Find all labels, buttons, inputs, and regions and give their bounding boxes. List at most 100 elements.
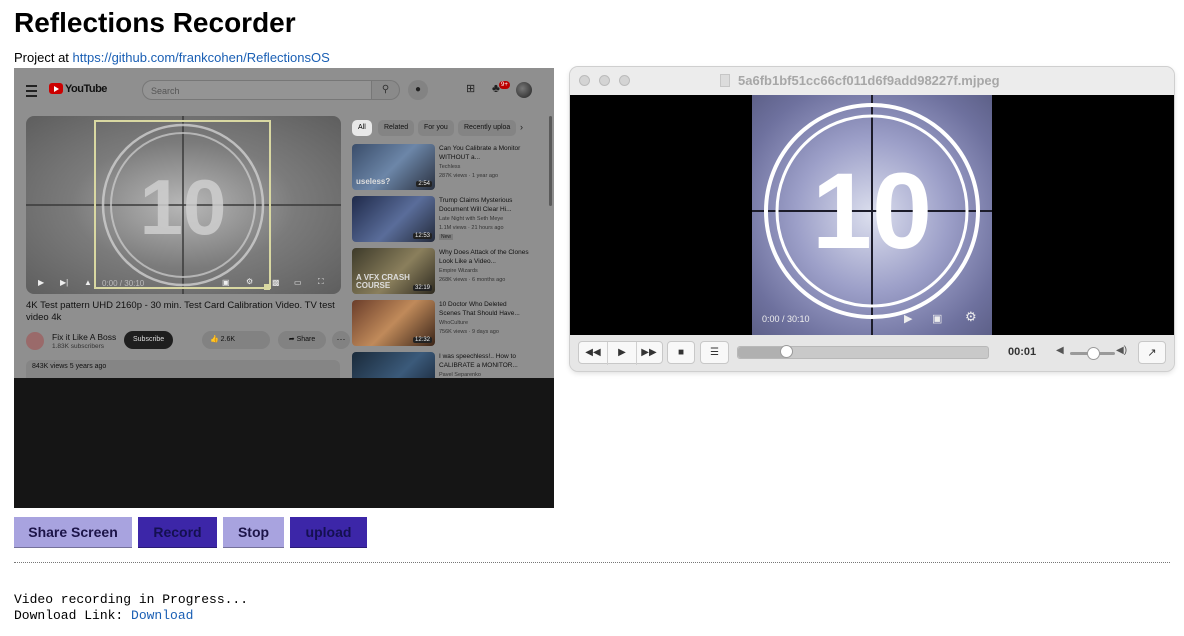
selection-resize-handle	[264, 284, 270, 290]
youtube-search-input: Search	[142, 80, 372, 100]
next-icon: ▶|	[60, 278, 69, 287]
channel-subscribers: 1.83K subscribers	[52, 343, 105, 350]
stop-icon: ■	[677, 347, 685, 358]
share-label: Share	[296, 336, 316, 343]
recommendation-meta: 1.1M views · 21 hours ago	[439, 225, 504, 231]
create-icon: ⊞	[466, 83, 476, 95]
recommendation-item: useless? 2:54 Can You Calibrate a Monitor …	[352, 144, 552, 192]
recommendation-title: 10 Doctor Who Deleted Scenes That Should…	[439, 301, 520, 317]
channel-avatar	[26, 332, 44, 350]
window-title: 5a6fb1bf51cc66cf011d6f9add98227f.mjpeg	[738, 73, 1000, 88]
like-button: 👍 2.6K	[202, 331, 270, 349]
recommendation-title: Why Does Attack of the Clones Look Like …	[439, 249, 529, 265]
play-icon: ▶	[38, 278, 45, 287]
volume-knob[interactable]	[1086, 347, 1100, 360]
menu-icon	[26, 85, 37, 97]
playlist-button[interactable]: ☰	[700, 341, 729, 364]
download-line: Download Link: Download	[14, 608, 248, 624]
notification-badge: 9+	[499, 81, 510, 89]
new-badge: New	[439, 234, 454, 240]
transport-group: ◀◀ ▶ ▶▶	[578, 341, 663, 365]
fast-forward-button[interactable]: ▶▶	[635, 342, 663, 365]
video-player-window: 5a6fb1bf51cc66cf011d6f9add98227f.mjpeg 1…	[570, 67, 1174, 371]
volume-slider[interactable]	[1070, 347, 1115, 360]
recommendation-title: Trump Claims Mysterious Document Will Cl…	[439, 197, 513, 213]
capture-selection-box	[94, 120, 271, 289]
chip-0: All	[352, 120, 372, 136]
chip-1: Related	[378, 120, 415, 136]
share-screen-button[interactable]: Share Screen	[14, 517, 132, 548]
subscribe-button: Subscribe	[124, 331, 174, 349]
window-title-bar[interactable]: 5a6fb1bf51cc66cf011d6f9add98227f.mjpeg	[570, 67, 1174, 95]
youtube-scrollbar	[549, 116, 552, 206]
playlist-icon: ☰	[710, 347, 719, 358]
volume-icon: ▲	[84, 278, 92, 287]
window-close-button[interactable]	[579, 75, 590, 86]
status-area: Video recording in Progress... Download …	[14, 592, 248, 624]
microphone-icon: ●	[408, 80, 428, 100]
upload-button[interactable]: upload	[290, 517, 367, 548]
video-display[interactable]: 10 0:00 / 30:10 ▶ ▣ ⚙	[570, 95, 1174, 335]
window-minimize-button[interactable]	[599, 75, 610, 86]
overlay-time: 0:00 / 30:10	[762, 314, 810, 324]
video-duration: 12:32	[412, 337, 432, 343]
rewind-button[interactable]: ◀◀	[579, 342, 607, 365]
project-link[interactable]: https://github.com/frankcohen/Reflection…	[73, 50, 330, 65]
fullscreen-button[interactable]: ↗	[1138, 341, 1166, 364]
play-button[interactable]: ▶	[607, 342, 637, 365]
current-time: 00:01	[1008, 346, 1037, 358]
recommendation-title: Can You Calibrate a Monitor WITHOUT a...	[439, 145, 521, 161]
screen-share-preview: YouTube Search ⚲ ● ⊞ ♣ 9+ 10 ▶ ▶| ▲ 0:00…	[14, 68, 554, 508]
share-button: ➦ Share	[278, 331, 326, 349]
recommendation-thumbnail: HOW TO CALIBRATE	[352, 352, 435, 378]
volume-high-icon: ◀)	[1116, 345, 1128, 356]
youtube-description: 843K views 5 years ago	[26, 360, 340, 378]
search-icon: ⚲	[372, 80, 400, 100]
download-link[interactable]: Download	[131, 608, 193, 623]
recommendation-meta: 287K views · 1 year ago	[439, 173, 499, 179]
project-prefix: Project at	[14, 50, 69, 65]
recommendation-channel: WhoCulture	[439, 320, 469, 326]
captions-icon: ▣	[932, 313, 943, 325]
divider	[14, 562, 1170, 563]
recommendation-item: A VFX CRASH COURSE 32:19 Why Does Attack o…	[352, 248, 552, 296]
thumbnail-text: A VFX CRASH COURSE	[356, 273, 410, 290]
recommendation-thumbnail: 12:32	[352, 300, 435, 346]
fullscreen-icon: ⛶	[318, 277, 324, 286]
recommendation-thumbnail: useless? 2:54	[352, 144, 435, 190]
video-duration: 32:19	[412, 285, 432, 291]
stop-button[interactable]: ■	[667, 341, 695, 364]
channel-name: Fix it Like A Boss	[52, 332, 117, 342]
recommendation-channel: Late Night with Seth Meye	[439, 216, 504, 222]
record-button[interactable]: Record	[138, 517, 217, 548]
youtube-video-title: 4K Test pattern UHD 2160p - 30 min. Test…	[26, 300, 335, 323]
youtube-logo-text: YouTube	[65, 83, 107, 95]
seek-knob[interactable]	[779, 345, 793, 358]
file-icon	[720, 74, 730, 87]
download-prefix: Download Link:	[14, 608, 124, 623]
countdown-graphic: 10	[752, 95, 992, 335]
window-zoom-button[interactable]	[619, 75, 630, 86]
chip-2: For you	[418, 120, 454, 136]
player-controls: ◀◀ ▶ ▶▶ ■ ☰ 00:01 ◀ ◀) ↗	[570, 335, 1174, 371]
recommendation-item: 12:53 Trump Claims Mysterious Document Wi…	[352, 196, 552, 244]
recommendation-thumbnail: A VFX CRASH COURSE 32:19	[352, 248, 435, 294]
project-line: Project at https://github.com/frankcohen…	[14, 50, 330, 65]
youtube-top-bar: YouTube Search ⚲ ● ⊞ ♣ 9+	[14, 68, 554, 112]
video-duration: 2:54	[416, 181, 432, 187]
recommendation-meta: 756K views · 9 days ago	[439, 329, 499, 335]
recommendation-item: 12:32 10 Doctor Who Deleted Scenes That S…	[352, 300, 552, 348]
theater-icon: ▭	[294, 278, 302, 287]
miniplayer-icon: ▩	[272, 278, 280, 287]
volume-low-icon: ◀	[1056, 345, 1064, 356]
recommendation-thumbnail: 12:53	[352, 196, 435, 242]
seek-slider[interactable]	[737, 345, 989, 359]
thumbnail-text: useless?	[356, 177, 391, 186]
stop-button[interactable]: Stop	[223, 517, 284, 548]
seek-progress	[738, 347, 786, 358]
youtube-logo-icon	[49, 83, 63, 94]
overlay-play-icon: ▶	[904, 313, 913, 325]
page-title: Reflections Recorder	[14, 7, 296, 38]
recommendation-meta: 268K views · 6 months ago	[439, 277, 506, 283]
chip-3: Recently uploa	[458, 120, 517, 136]
